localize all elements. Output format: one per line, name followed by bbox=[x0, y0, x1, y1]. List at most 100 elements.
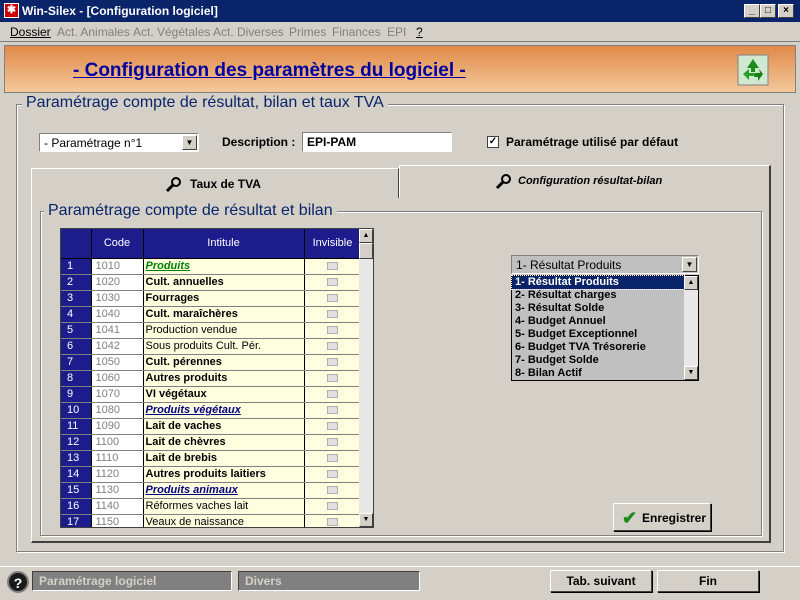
table-row[interactable]: 5 1041 Production vendue bbox=[61, 322, 362, 339]
row-invisible[interactable] bbox=[304, 514, 362, 527]
row-code[interactable]: 1050 bbox=[91, 354, 144, 371]
table-row[interactable]: 17 1150 Veaux de naissance bbox=[61, 514, 362, 527]
row-invisible[interactable] bbox=[304, 370, 362, 387]
row-intitule[interactable]: Produits bbox=[143, 258, 305, 275]
row-invisible[interactable] bbox=[304, 354, 362, 371]
row-code[interactable]: 1042 bbox=[91, 338, 144, 355]
row-code[interactable]: 1060 bbox=[91, 370, 144, 387]
row-code[interactable]: 1030 bbox=[91, 290, 144, 307]
table-row[interactable]: 2 1020 Cult. annuelles bbox=[61, 274, 362, 291]
row-intitule[interactable]: Autres produits bbox=[143, 370, 305, 387]
row-invisible[interactable] bbox=[304, 450, 362, 467]
parametrage-select[interactable]: - Paramétrage n°1 ▼ bbox=[39, 133, 199, 152]
row-code[interactable]: 1041 bbox=[91, 322, 144, 339]
help-icon[interactable]: ? bbox=[7, 571, 29, 593]
row-intitule[interactable]: Lait de chèvres bbox=[143, 434, 305, 451]
row-intitule[interactable]: Fourrages bbox=[143, 290, 305, 307]
row-invisible[interactable] bbox=[304, 402, 362, 419]
minimize-button[interactable]: _ bbox=[744, 4, 760, 18]
row-code[interactable]: 1080 bbox=[91, 402, 144, 419]
row-invisible[interactable] bbox=[304, 306, 362, 323]
grid-scrollbar[interactable]: ▲ ▼ bbox=[359, 229, 373, 527]
default-checkbox[interactable]: ✓ bbox=[487, 136, 499, 148]
invisible-checkbox[interactable] bbox=[327, 422, 338, 431]
recycle-icon[interactable] bbox=[737, 54, 769, 86]
type-list-item[interactable]: 4- Budget Annuel bbox=[512, 315, 684, 328]
tab-taux-tva[interactable]: Taux de TVA bbox=[31, 168, 399, 198]
description-field[interactable]: EPI-PAM bbox=[302, 132, 452, 152]
menu-act-vegetales[interactable]: Act. Végétales bbox=[133, 25, 210, 39]
menu-epi[interactable]: EPI bbox=[387, 25, 406, 39]
row-intitule[interactable]: Produits animaux bbox=[143, 482, 305, 499]
scroll-up-icon[interactable]: ▲ bbox=[359, 229, 373, 243]
scroll-up-icon[interactable]: ▲ bbox=[684, 276, 698, 290]
table-row[interactable]: 6 1042 Sous produits Cult. Pér. bbox=[61, 338, 362, 355]
menu-dossier[interactable]: Dossier bbox=[10, 25, 51, 39]
invisible-checkbox[interactable] bbox=[327, 310, 338, 319]
invisible-checkbox[interactable] bbox=[327, 374, 338, 383]
row-invisible[interactable] bbox=[304, 418, 362, 435]
scroll-down-icon[interactable]: ▼ bbox=[359, 513, 373, 527]
invisible-checkbox[interactable] bbox=[327, 470, 338, 479]
row-intitule[interactable]: Lait de vaches bbox=[143, 418, 305, 435]
row-code[interactable]: 1010 bbox=[91, 258, 144, 275]
invisible-checkbox[interactable] bbox=[327, 390, 338, 399]
invisible-checkbox[interactable] bbox=[327, 406, 338, 415]
row-intitule[interactable]: Réformes vaches lait bbox=[143, 498, 305, 515]
table-row[interactable]: 7 1050 Cult. pérennes bbox=[61, 354, 362, 371]
invisible-checkbox[interactable] bbox=[327, 326, 338, 335]
menu-primes[interactable]: Primes bbox=[289, 25, 326, 39]
menu-act-animales[interactable]: Act. Animales bbox=[57, 25, 130, 39]
table-row[interactable]: 8 1060 Autres produits bbox=[61, 370, 362, 387]
grid-header-intitule[interactable]: Intitule bbox=[143, 229, 305, 259]
close-button[interactable]: × bbox=[778, 4, 794, 18]
menu-act-diverses[interactable]: Act. Diverses bbox=[213, 25, 284, 39]
table-row[interactable]: 12 1100 Lait de chèvres bbox=[61, 434, 362, 451]
invisible-checkbox[interactable] bbox=[327, 454, 338, 463]
row-invisible[interactable] bbox=[304, 482, 362, 499]
type-select[interactable]: 1- Résultat Produits ▼ bbox=[511, 255, 699, 274]
row-invisible[interactable] bbox=[304, 290, 362, 307]
row-intitule[interactable]: Cult. pérennes bbox=[143, 354, 305, 371]
type-list-item[interactable]: 2- Résultat charges bbox=[512, 289, 684, 302]
row-intitule[interactable]: Cult. maraîchères bbox=[143, 306, 305, 323]
row-intitule[interactable]: VI végétaux bbox=[143, 386, 305, 403]
invisible-checkbox[interactable] bbox=[327, 518, 338, 527]
table-row[interactable]: 14 1120 Autres produits laitiers bbox=[61, 466, 362, 483]
type-list-item[interactable]: 3- Résultat Solde bbox=[512, 302, 684, 315]
menu-finances[interactable]: Finances bbox=[332, 25, 381, 39]
row-intitule[interactable]: Production vendue bbox=[143, 322, 305, 339]
type-list-item[interactable]: 1- Résultat Produits bbox=[511, 275, 685, 290]
row-intitule[interactable]: Cult. annuelles bbox=[143, 274, 305, 291]
table-row[interactable]: 10 1080 Produits végétaux bbox=[61, 402, 362, 419]
next-tab-button[interactable]: Tab. suivant bbox=[550, 570, 652, 592]
row-code[interactable]: 1120 bbox=[91, 466, 144, 483]
row-invisible[interactable] bbox=[304, 466, 362, 483]
maximize-button[interactable]: □ bbox=[760, 4, 776, 18]
row-code[interactable]: 1090 bbox=[91, 418, 144, 435]
table-row[interactable]: 13 1110 Lait de brebis bbox=[61, 450, 362, 467]
tab-configuration-resultat-bilan[interactable]: Configuration résultat-bilan bbox=[399, 165, 771, 198]
config-grid[interactable]: Code Intitule Invisible 1 1010 Produits 2 10… bbox=[60, 228, 374, 528]
scroll-thumb[interactable] bbox=[359, 243, 373, 259]
invisible-checkbox[interactable] bbox=[327, 262, 338, 271]
invisible-checkbox[interactable] bbox=[327, 486, 338, 495]
row-code[interactable]: 1020 bbox=[91, 274, 144, 291]
row-code[interactable]: 1100 bbox=[91, 434, 144, 451]
row-invisible[interactable] bbox=[304, 274, 362, 291]
type-list-item[interactable]: 5- Budget Exceptionnel bbox=[512, 328, 684, 341]
row-invisible[interactable] bbox=[304, 434, 362, 451]
invisible-checkbox[interactable] bbox=[327, 438, 338, 447]
invisible-checkbox[interactable] bbox=[327, 342, 338, 351]
row-code[interactable]: 1150 bbox=[91, 514, 144, 527]
row-intitule[interactable]: Produits végétaux bbox=[143, 402, 305, 419]
grid-header-code[interactable]: Code bbox=[91, 229, 144, 259]
row-intitule[interactable]: Veaux de naissance bbox=[143, 514, 305, 527]
table-row[interactable]: 15 1130 Produits animaux bbox=[61, 482, 362, 499]
table-row[interactable]: 11 1090 Lait de vaches bbox=[61, 418, 362, 435]
scroll-down-icon[interactable]: ▼ bbox=[684, 366, 698, 380]
type-list-item[interactable]: 8- Bilan Actif bbox=[512, 367, 684, 380]
row-invisible[interactable] bbox=[304, 322, 362, 339]
row-intitule[interactable]: Autres produits laitiers bbox=[143, 466, 305, 483]
type-list-item[interactable]: 7- Budget Solde bbox=[512, 354, 684, 367]
